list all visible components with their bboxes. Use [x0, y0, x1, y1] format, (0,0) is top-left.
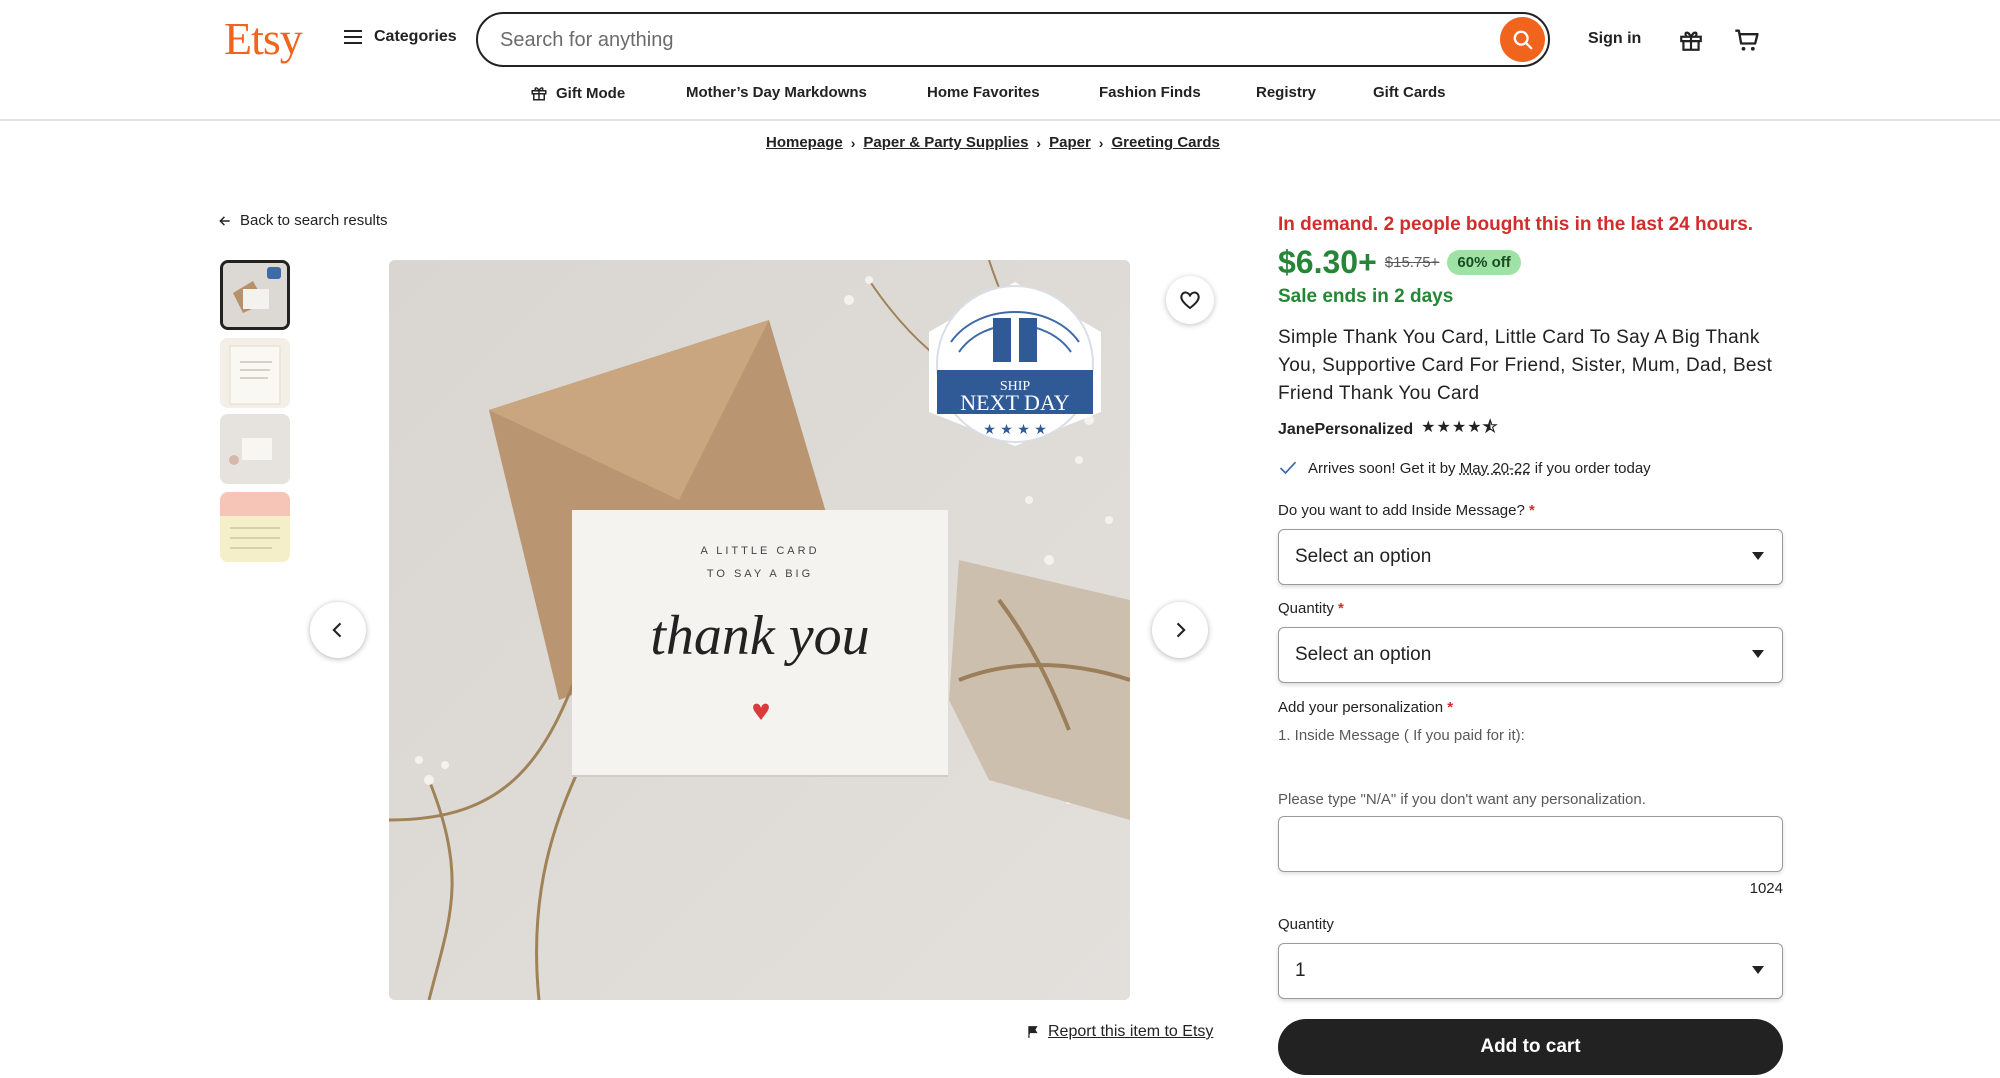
card-text-line1: A LITTLE CARD [700, 545, 819, 557]
arrives-prefix: Arrives soon! Get it by [1308, 459, 1456, 477]
checkmark-icon [1279, 461, 1297, 475]
breadcrumb-paper[interactable]: Paper [1049, 134, 1091, 151]
thumbnail-4[interactable] [220, 492, 290, 562]
demand-notice: In demand. 2 people bought this in the l… [1278, 214, 1754, 235]
select-value: Select an option [1295, 546, 1432, 567]
arrives-date[interactable]: May 20-22 [1460, 460, 1531, 477]
quantity-option-label: Quantity * [1278, 600, 1344, 617]
sale-price: $6.30+ [1278, 244, 1377, 280]
personalization-instruction: 1. Inside Message ( If you paid for it): [1278, 727, 1525, 744]
character-count: 1024 [1749, 880, 1783, 897]
listing-title: Simple Thank You Card, Little Card To Sa… [1278, 327, 1773, 404]
nav-item-gift-mode[interactable]: Gift Mode [530, 84, 625, 102]
arrival-estimate: Arrives soon! Get it by May 20-22 if you… [1278, 458, 1651, 478]
quantity-label: Quantity [1278, 916, 1334, 933]
chevron-right-icon: › [1098, 134, 1104, 151]
menu-icon [344, 30, 362, 44]
favorite-button[interactable] [1166, 276, 1214, 324]
add-to-cart-button[interactable]: Add to cart [1278, 1019, 1783, 1075]
quantity-select[interactable]: 1 [1278, 943, 1783, 999]
select-value: 1 [1295, 960, 1306, 981]
site-header: Etsy Categories Sign in [0, 0, 2000, 121]
sale-ends-text: Sale ends in 2 days [1278, 286, 1454, 307]
cart-icon [1735, 29, 1759, 51]
nav-item-gift-cards[interactable]: Gift Cards [1373, 84, 1446, 101]
shop-name-link[interactable]: JanePersonalized [1278, 421, 1413, 439]
report-label: Report this item to Etsy [1048, 1023, 1214, 1040]
required-asterisk: * [1338, 600, 1344, 617]
next-image-button[interactable] [1152, 602, 1208, 658]
breadcrumb-paper-party[interactable]: Paper & Party Supplies [863, 134, 1028, 151]
personalization-textarea[interactable] [1278, 816, 1783, 872]
rating-stars[interactable]: ★★★★⯪ [1421, 416, 1499, 443]
price-row: $6.30+ $15.75+ 60% off [1278, 244, 1521, 281]
personalization-hint: Please type "N/A" if you don't want any … [1278, 791, 1646, 808]
caret-down-icon [1752, 650, 1764, 658]
sign-in-link[interactable]: Sign in [1588, 30, 1641, 48]
categories-label: Categories [374, 28, 457, 45]
search-icon [1513, 30, 1532, 49]
cart-button[interactable] [1729, 22, 1765, 58]
back-link-label: Back to search results [240, 212, 388, 229]
thumbnail-1[interactable] [220, 260, 290, 330]
shop-row: JanePersonalized ★★★★⯪ [1278, 416, 1499, 443]
inside-message-select[interactable]: Select an option [1278, 529, 1783, 585]
inside-message-label: Do you want to add Inside Message? * [1278, 502, 1535, 519]
search-button[interactable] [1500, 17, 1545, 62]
discount-badge: 60% off [1447, 250, 1521, 275]
caret-down-icon [1752, 966, 1764, 974]
gift-icon [1680, 31, 1702, 51]
original-price: $15.75+ [1384, 254, 1440, 271]
thumbnail-image [223, 263, 287, 327]
categories-button[interactable]: Categories [344, 28, 457, 46]
thumbnail-image [220, 414, 290, 484]
heart-icon [1180, 291, 1200, 310]
product-image[interactable]: A LITTLE CARD TO SAY A BIG thank you SHI… [389, 260, 1130, 1000]
product-photo: A LITTLE CARD TO SAY A BIG thank you SHI… [389, 260, 1130, 1000]
card-text-line2: TO SAY A BIG [707, 568, 813, 580]
nav-item-registry[interactable]: Registry [1256, 84, 1316, 101]
personalization-label: Add your personalization * [1278, 699, 1454, 716]
etsy-logo[interactable]: Etsy [224, 12, 303, 65]
breadcrumb-homepage[interactable]: Homepage [766, 134, 843, 151]
search-input[interactable] [500, 22, 1440, 58]
card-script-text: thank you [650, 605, 869, 667]
gift-button[interactable] [1673, 22, 1709, 58]
back-to-results-link[interactable]: Back to search results [218, 212, 388, 229]
arrives-suffix: if you order today [1534, 459, 1651, 477]
nav-item-mothers-day[interactable]: Mother’s Day Markdowns [686, 84, 867, 101]
select-value: Select an option [1295, 644, 1432, 665]
thumbnail-image [220, 338, 290, 408]
thumbnail-image [220, 492, 290, 562]
nav-item-fashion-finds[interactable]: Fashion Finds [1099, 84, 1201, 101]
svg-text:★ ★ ★ ★: ★ ★ ★ ★ [983, 422, 1047, 438]
nav-item-home-favorites[interactable]: Home Favorites [927, 84, 1040, 101]
thumbnail-2[interactable] [220, 338, 290, 408]
required-asterisk: * [1529, 502, 1535, 519]
nav-label: Gift Mode [556, 84, 626, 102]
main-nav: Gift Mode Mother’s Day Markdowns Home Fa… [0, 80, 2000, 106]
report-item-link[interactable]: Report this item to Etsy [1026, 1023, 1213, 1041]
chevron-left-icon [332, 622, 342, 638]
quantity-option-select[interactable]: Select an option [1278, 627, 1783, 683]
caret-down-icon [1752, 552, 1764, 560]
previous-image-button[interactable] [310, 602, 366, 658]
thumbnail-3[interactable] [220, 414, 290, 484]
gift-icon [531, 87, 547, 101]
breadcrumb: Homepage › Paper & Party Supplies › Pape… [766, 134, 1220, 151]
chevron-right-icon: › [850, 134, 856, 151]
badge-main-text: NEXT DAY [960, 390, 1070, 415]
flag-icon [1028, 1026, 1038, 1038]
chevron-right-icon: › [1036, 134, 1042, 151]
arrow-left-icon [219, 215, 230, 226]
required-asterisk: * [1447, 699, 1454, 716]
search-bar [476, 12, 1550, 67]
chevron-right-icon [1176, 622, 1186, 638]
breadcrumb-greeting-cards[interactable]: Greeting Cards [1111, 134, 1219, 151]
